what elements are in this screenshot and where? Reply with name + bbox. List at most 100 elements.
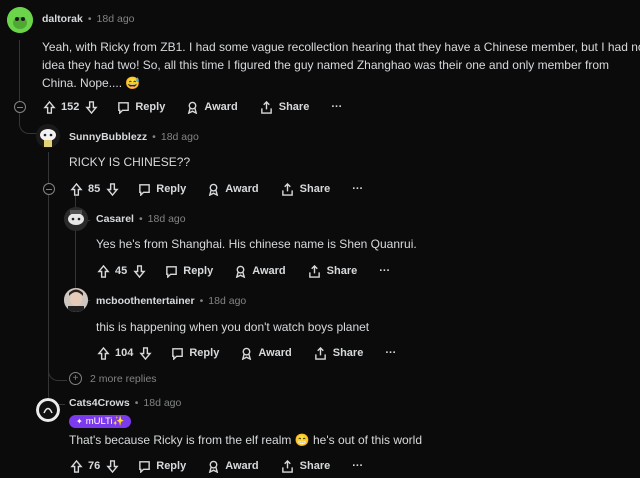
share-button[interactable]: Share (308, 264, 358, 278)
comment-body: Yeah, with Ricky from ZB1. I had some va… (42, 38, 640, 92)
more-options-button[interactable]: ··· (352, 460, 363, 472)
comment-icon (164, 264, 178, 278)
reply-button[interactable]: Reply (170, 346, 219, 360)
comment-body: That's because Ricky is from the elf rea… (69, 433, 422, 447)
timestamp[interactable]: 18d ago (208, 295, 246, 307)
comment-body: RICKY IS CHINESE?? (69, 155, 191, 169)
share-label: Share (326, 265, 358, 277)
timestamp[interactable]: 18d ago (148, 213, 186, 225)
more-replies-label: 2 more replies (90, 372, 157, 385)
share-label: Share (332, 347, 364, 359)
comment-line: idea they had two! So, all this time I f… (42, 58, 609, 72)
timestamp[interactable]: 18d ago (97, 13, 135, 25)
more-options-button[interactable]: ··· (385, 347, 396, 359)
award-label: Award (252, 265, 286, 277)
more-options-button[interactable]: ··· (331, 101, 342, 113)
sparkle-icon: ✦ (76, 417, 83, 426)
avatar[interactable] (7, 7, 33, 33)
vote-count: 76 (88, 460, 101, 472)
upvote-icon[interactable] (96, 346, 110, 360)
separator: • (152, 131, 156, 143)
avatar[interactable] (36, 124, 60, 148)
more-replies-link[interactable]: + 2 more replies (69, 372, 157, 385)
downvote-icon[interactable] (105, 459, 119, 473)
flair-label: mULTi✨ (85, 416, 125, 427)
user-flair: ✦ mULTi✨ (69, 415, 132, 428)
comment-line: Yeah, with Ricky from ZB1. I had some va… (42, 40, 640, 54)
share-icon (260, 100, 274, 114)
award-label: Award (225, 460, 259, 472)
award-button[interactable]: Award (233, 264, 286, 278)
share-button[interactable]: Share (260, 100, 310, 114)
share-icon (281, 182, 295, 196)
share-label: Share (299, 460, 331, 472)
separator: • (87, 13, 92, 25)
share-button[interactable]: Share (281, 182, 331, 196)
user-photo-icon (64, 288, 88, 312)
share-button[interactable]: Share (281, 459, 331, 473)
share-icon (281, 459, 295, 473)
avatar[interactable] (64, 207, 88, 231)
award-icon (185, 100, 199, 114)
award-icon (239, 346, 253, 360)
award-button[interactable]: Award (206, 459, 259, 473)
snoo-avatar-icon (68, 210, 84, 225)
reply-button[interactable]: Reply (164, 264, 213, 278)
timestamp[interactable]: 18d ago (143, 397, 181, 409)
username[interactable]: daltorak (42, 13, 83, 25)
snoo-avatar-icon (40, 129, 56, 147)
comment-icon (170, 346, 184, 360)
share-label: Share (299, 183, 331, 195)
downvote-icon[interactable] (132, 264, 146, 278)
award-button[interactable]: Award (239, 346, 292, 360)
username[interactable]: mcboothentertainer (96, 295, 195, 307)
reply-button[interactable]: Reply (116, 100, 165, 114)
award-icon (206, 459, 220, 473)
upvote-icon[interactable] (96, 264, 110, 278)
reply-label: Reply (156, 460, 187, 472)
downvote-icon[interactable] (84, 100, 98, 114)
avatar[interactable] (64, 288, 88, 312)
reply-button[interactable]: Reply (137, 182, 186, 196)
upvote-icon[interactable] (42, 100, 56, 114)
collapse-button[interactable] (43, 183, 55, 195)
avatar[interactable] (36, 398, 60, 422)
more-options-button[interactable]: ··· (352, 183, 363, 195)
username[interactable]: Casarel (96, 213, 134, 225)
downvote-icon[interactable] (138, 346, 152, 360)
action-bar: 45 Reply Award Share ··· (96, 262, 390, 280)
timestamp[interactable]: 18d ago (161, 131, 199, 143)
comment-line: China. Nope.... 😅 (42, 76, 141, 90)
plus-circle-icon: + (69, 372, 82, 385)
vote-count: 45 (115, 265, 128, 277)
action-bar: 85 Reply Award Share ··· (69, 180, 363, 198)
share-icon (314, 346, 328, 360)
snoo-avatar-icon (7, 7, 33, 33)
collapse-button[interactable] (14, 101, 26, 113)
comment-icon (116, 100, 130, 114)
vote-count: 152 (61, 101, 80, 113)
award-button[interactable]: Award (185, 100, 238, 114)
upvote-icon[interactable] (69, 459, 83, 473)
snoo-avatar-icon (36, 398, 60, 422)
award-label: Award (225, 183, 259, 195)
award-button[interactable]: Award (206, 182, 259, 196)
comment-icon (137, 459, 151, 473)
reply-button[interactable]: Reply (137, 459, 186, 473)
username[interactable]: SunnyBubblezz (69, 131, 147, 143)
thread-line (19, 40, 20, 100)
share-button[interactable]: Share (314, 346, 364, 360)
username[interactable]: Cats4Crows (69, 397, 130, 409)
reply-label: Reply (156, 183, 187, 195)
separator: • (134, 397, 139, 409)
action-bar: 104 Reply Award Share ··· (96, 344, 396, 362)
upvote-icon[interactable] (69, 182, 83, 196)
more-options-button[interactable]: ··· (379, 265, 390, 277)
comment-body: this is happening when you don't watch b… (96, 320, 370, 334)
award-label: Award (204, 101, 238, 113)
reply-label: Reply (135, 101, 166, 113)
downvote-icon[interactable] (105, 182, 119, 196)
share-label: Share (278, 101, 310, 113)
share-icon (308, 264, 322, 278)
reply-label: Reply (183, 265, 214, 277)
